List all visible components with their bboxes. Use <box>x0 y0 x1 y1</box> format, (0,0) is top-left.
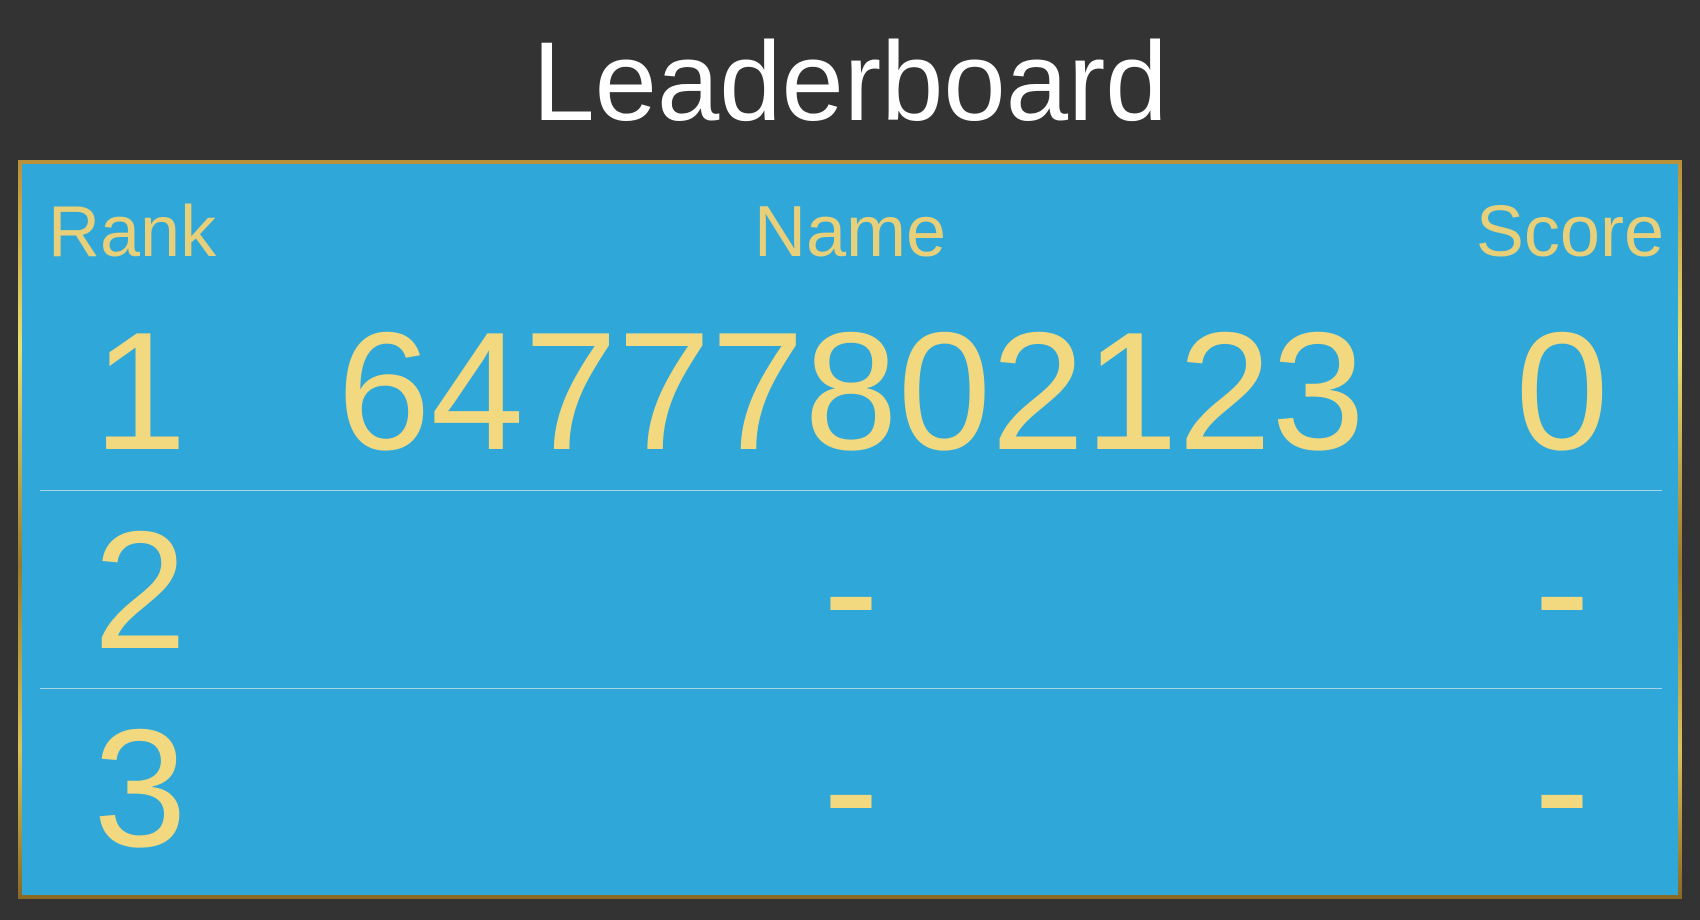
table-row: - 3 - <box>40 688 1662 889</box>
row-score: - <box>1534 694 1590 882</box>
score-column-header: Score <box>1475 192 1664 272</box>
table-row: - 2 - <box>40 490 1662 689</box>
leaderboard-header: Rank Name Score <box>22 164 1678 304</box>
row-rank: 1 <box>93 297 187 485</box>
leaderboard-panel: Rank Name Score 64777802123 1 0 - 2 - - … <box>18 160 1682 899</box>
row-score: 0 <box>1515 297 1609 485</box>
row-score: - <box>1534 496 1590 684</box>
row-rank: 2 <box>93 496 187 684</box>
table-row: 64777802123 1 0 <box>40 292 1662 490</box>
name-column-header: Name <box>753 192 947 272</box>
row-rank: 3 <box>93 694 187 882</box>
row-name: 64777802123 <box>337 297 1365 485</box>
row-name: - <box>823 694 879 882</box>
page-title: Leaderboard <box>532 19 1168 144</box>
row-name: - <box>823 496 879 684</box>
